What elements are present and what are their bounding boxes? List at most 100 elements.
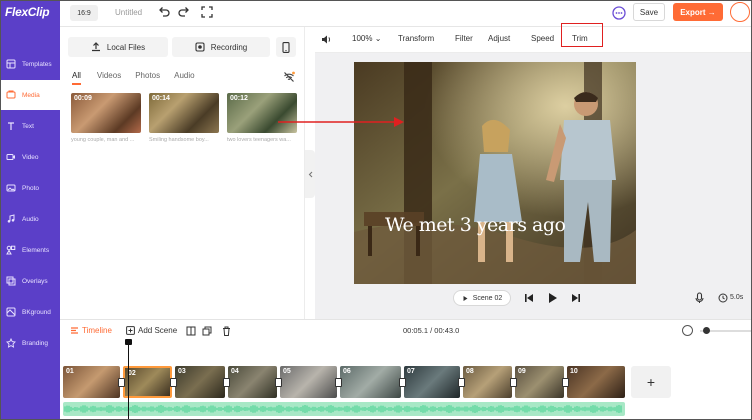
tool-adjust[interactable]: Adjust (488, 34, 510, 43)
tool-speed[interactable]: Speed (531, 34, 554, 43)
timeline-clip[interactable]: 06 (340, 366, 401, 398)
microphone-icon[interactable] (695, 290, 704, 306)
no-wifi-icon[interactable] (283, 71, 295, 83)
export-button[interactable]: Export → (673, 3, 723, 21)
phone-upload-button[interactable] (276, 37, 296, 57)
video-preview[interactable] (354, 62, 636, 284)
play-icon[interactable] (547, 290, 558, 306)
video-icon (6, 152, 16, 162)
sidebar-item-elements[interactable]: Elements (0, 235, 60, 265)
transition-icon[interactable] (510, 378, 517, 387)
thumb-caption: two lovers teenagers wa... (227, 137, 291, 143)
scene-duration[interactable]: 5.0s (730, 294, 743, 301)
transition-icon[interactable] (223, 378, 230, 387)
transition-icon[interactable] (399, 378, 406, 387)
previous-icon[interactable] (524, 290, 534, 306)
add-scene-icon (126, 326, 135, 335)
background-icon (6, 307, 16, 317)
trim-highlight-box (561, 23, 603, 47)
timeline-clip[interactable]: 03 (175, 366, 225, 398)
playhead-handle[interactable] (125, 339, 132, 345)
recording-label: Recording (210, 42, 248, 52)
zoom-out-button[interactable] (682, 325, 693, 336)
local-files-button[interactable]: Local Files (68, 37, 168, 57)
clip-number: 06 (343, 368, 351, 375)
clip-number: 02 (128, 370, 136, 377)
sidebar-item-templates[interactable]: Templates (0, 49, 60, 79)
transition-icon[interactable] (335, 378, 342, 387)
trash-icon[interactable] (222, 326, 231, 336)
timeline-clip[interactable]: 01 (63, 366, 120, 398)
aspect-ratio-button[interactable]: 16:9 (70, 5, 98, 21)
templates-icon (6, 59, 16, 69)
timeline-clip[interactable]: 08 (463, 366, 512, 398)
sidebar-item-media[interactable]: Media (0, 80, 60, 110)
redo-icon[interactable] (178, 6, 190, 18)
scene-label: Scene 02 (472, 294, 503, 302)
tool-transform[interactable]: Transform (398, 34, 434, 43)
clip-number: 09 (518, 368, 526, 375)
play-small-icon (463, 295, 468, 301)
tab-all[interactable]: All (72, 71, 81, 85)
duplicate-icon[interactable] (202, 326, 212, 336)
timeline-clip[interactable]: 07 (404, 366, 460, 398)
sidebar-item-branding[interactable]: Branding (0, 328, 60, 358)
transition-icon[interactable] (275, 378, 282, 387)
timeline-clip[interactable]: 02 (123, 366, 172, 398)
sidebar-item-label: Video (22, 153, 39, 161)
top-bar: 16:9 Untitled Save Export → (60, 0, 752, 27)
audio-waveform (64, 405, 622, 413)
tab-photos[interactable]: Photos (135, 71, 160, 85)
timeline-clip[interactable]: 09 (515, 366, 564, 398)
timeline-toggle[interactable]: Timeline (70, 326, 112, 335)
playhead-line[interactable] (128, 340, 129, 420)
user-avatar[interactable] (730, 2, 750, 22)
tab-videos[interactable]: Videos (97, 71, 121, 85)
add-scene-button[interactable]: Add Scene (126, 326, 177, 335)
add-clip-button[interactable]: + (631, 366, 671, 398)
chat-icon[interactable] (612, 6, 626, 20)
zoom-slider-handle[interactable] (703, 327, 710, 334)
scene-selector-button[interactable]: Scene 02 (453, 290, 511, 306)
tab-audio[interactable]: Audio (174, 71, 194, 85)
sidebar-item-text[interactable]: Text (0, 111, 60, 141)
sidebar-item-label: Overlays (22, 277, 48, 285)
undo-icon[interactable] (158, 6, 170, 18)
sidebar-item-label: Photo (22, 184, 39, 192)
media-thumbnail[interactable]: 00:14 (149, 93, 219, 133)
transition-icon[interactable] (170, 378, 177, 387)
media-thumbnail[interactable]: 00:09 (71, 93, 141, 133)
clock-icon[interactable] (718, 290, 728, 306)
sidebar-item-photo[interactable]: Photo (0, 173, 60, 203)
app-logo[interactable]: FlexClip (5, 5, 50, 19)
sidebar-item-bkground[interactable]: BKground (0, 297, 60, 327)
video-caption-text[interactable]: We met 3 years ago (385, 214, 566, 236)
timeline-clip[interactable]: 04 (228, 366, 277, 398)
split-icon[interactable] (186, 326, 196, 336)
project-title[interactable]: Untitled (115, 8, 142, 17)
timeline-clip[interactable]: 05 (280, 366, 337, 398)
save-button[interactable]: Save (633, 3, 665, 21)
volume-icon[interactable] (321, 34, 332, 45)
sidebar: FlexClip Templates Media Text Video Photo Aud… (0, 0, 60, 420)
sidebar-item-overlays[interactable]: Overlays (0, 266, 60, 296)
collapse-panel-button[interactable] (305, 150, 315, 198)
waveform-path (64, 405, 622, 413)
timeline-clip[interactable]: 10 (567, 366, 625, 398)
local-files-label: Local Files (106, 42, 146, 52)
tool-filter[interactable]: Filter (455, 34, 473, 43)
clip-number: 05 (283, 368, 291, 375)
recording-button[interactable]: Recording (172, 37, 270, 57)
zoom-select[interactable]: 100% ⌄ (352, 34, 381, 43)
transition-icon[interactable] (458, 378, 465, 387)
next-icon[interactable] (571, 290, 581, 306)
fullscreen-icon[interactable] (201, 6, 213, 18)
audio-track[interactable] (63, 402, 625, 416)
clip-number: 07 (407, 368, 415, 375)
sidebar-item-video[interactable]: Video (0, 142, 60, 172)
transition-icon[interactable] (118, 378, 125, 387)
sidebar-item-audio[interactable]: Audio (0, 204, 60, 234)
clip-number: 01 (66, 368, 74, 375)
sidebar-item-label: Elements (22, 246, 50, 254)
transition-icon[interactable] (562, 378, 569, 387)
